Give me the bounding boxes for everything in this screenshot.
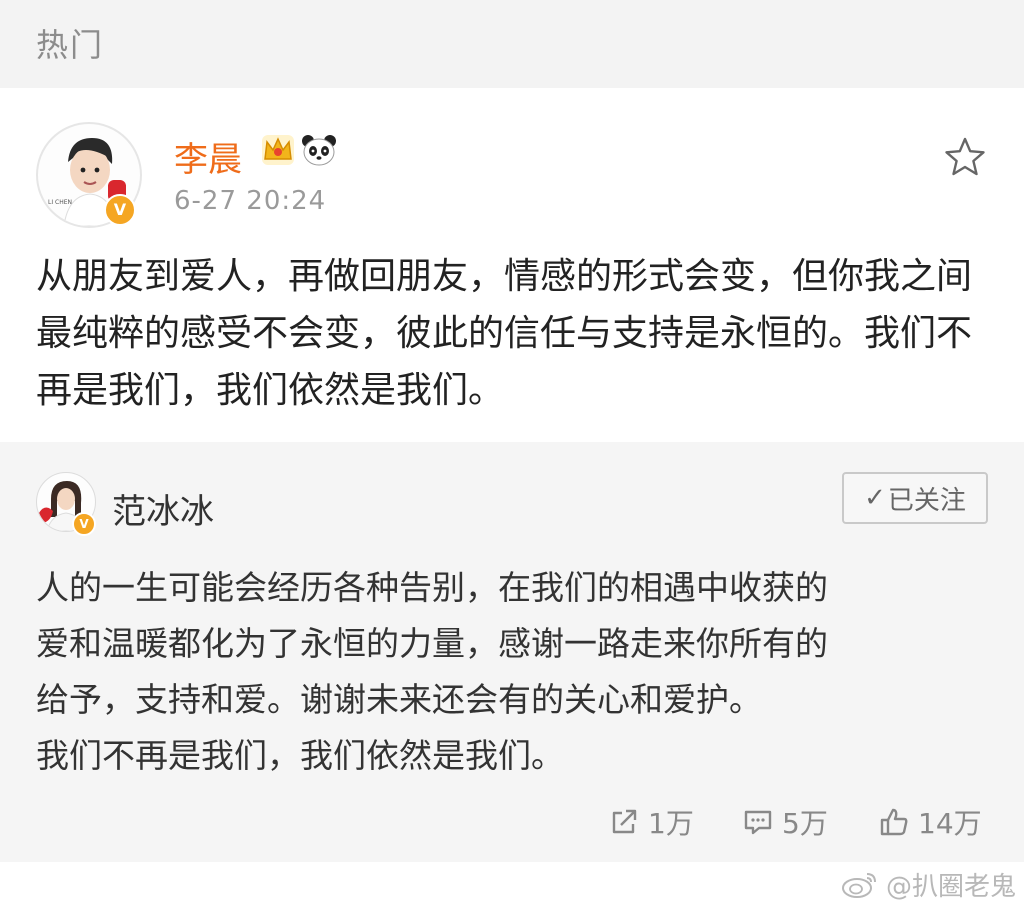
thumbs-up-icon (880, 808, 908, 836)
following-button[interactable]: ✓ 已关注 (842, 472, 988, 524)
section-title: 热门 (36, 26, 105, 64)
check-icon: ✓ (864, 483, 886, 513)
comment-icon (744, 810, 772, 835)
like-button[interactable]: 14万 (878, 802, 982, 842)
weibo-post: LI CHEN V 李晨 6-27 20:24 从朋友到爱人，再做回朋友，情感的… (0, 88, 1024, 442)
post-timestamp: 6-27 20:24 (174, 186, 327, 216)
like-count: 14万 (918, 807, 982, 840)
comment-count: 5万 (782, 807, 828, 840)
top-bar: 热门 (0, 0, 1024, 88)
action-bar: 1万 5万 14万 (0, 798, 1024, 846)
watermark: @扒圈老鬼 (840, 864, 1016, 904)
share-count: 1万 (648, 807, 694, 840)
avatar-caption: LI CHEN (48, 199, 72, 206)
repost-verified-badge-icon: V (72, 512, 96, 536)
post-body-text: 从朋友到爱人，再做回朋友，情感的形式会变，但你我之间最纯粹的感受不会变，彼此的信… (36, 256, 973, 411)
repost-text-line: 爱和温暖都化为了永恒的力量，感谢一路走来你所有的 (36, 624, 828, 663)
share-icon (612, 809, 637, 834)
crown-icon (262, 135, 294, 165)
following-label: 已关注 (887, 485, 966, 516)
weibo-logo-icon (842, 873, 876, 898)
repost-text-line: 我们不再是我们，我们依然是我们。 (36, 736, 564, 775)
repost-author-name[interactable]: 范冰冰 (112, 484, 214, 533)
repost-text-line: 给予，支持和爱。谢谢未来还会有的关心和爱护。 (36, 680, 762, 719)
repost-text-line: 人的一生可能会经历各种告别，在我们的相遇中收获的 (36, 568, 828, 607)
star-icon[interactable] (944, 136, 986, 176)
repost-body-text: 人的一生可能会经历各种告别，在我们的相遇中收获的 爱和温暖都化为了永恒的力量，感… (36, 560, 996, 784)
verified-badge-icon: V (104, 194, 136, 226)
panda-icon (302, 135, 336, 166)
comment-button[interactable]: 5万 (742, 802, 828, 842)
repost-card[interactable]: V 范冰冰 ✓ 已关注 人的一生可能会经历各种告别，在我们的相遇中收获的 爱和温… (0, 442, 1024, 862)
watermark-text: @扒圈老鬼 (886, 871, 1017, 902)
author-name[interactable]: 李晨 (174, 132, 242, 181)
share-button[interactable]: 1万 (608, 802, 694, 842)
